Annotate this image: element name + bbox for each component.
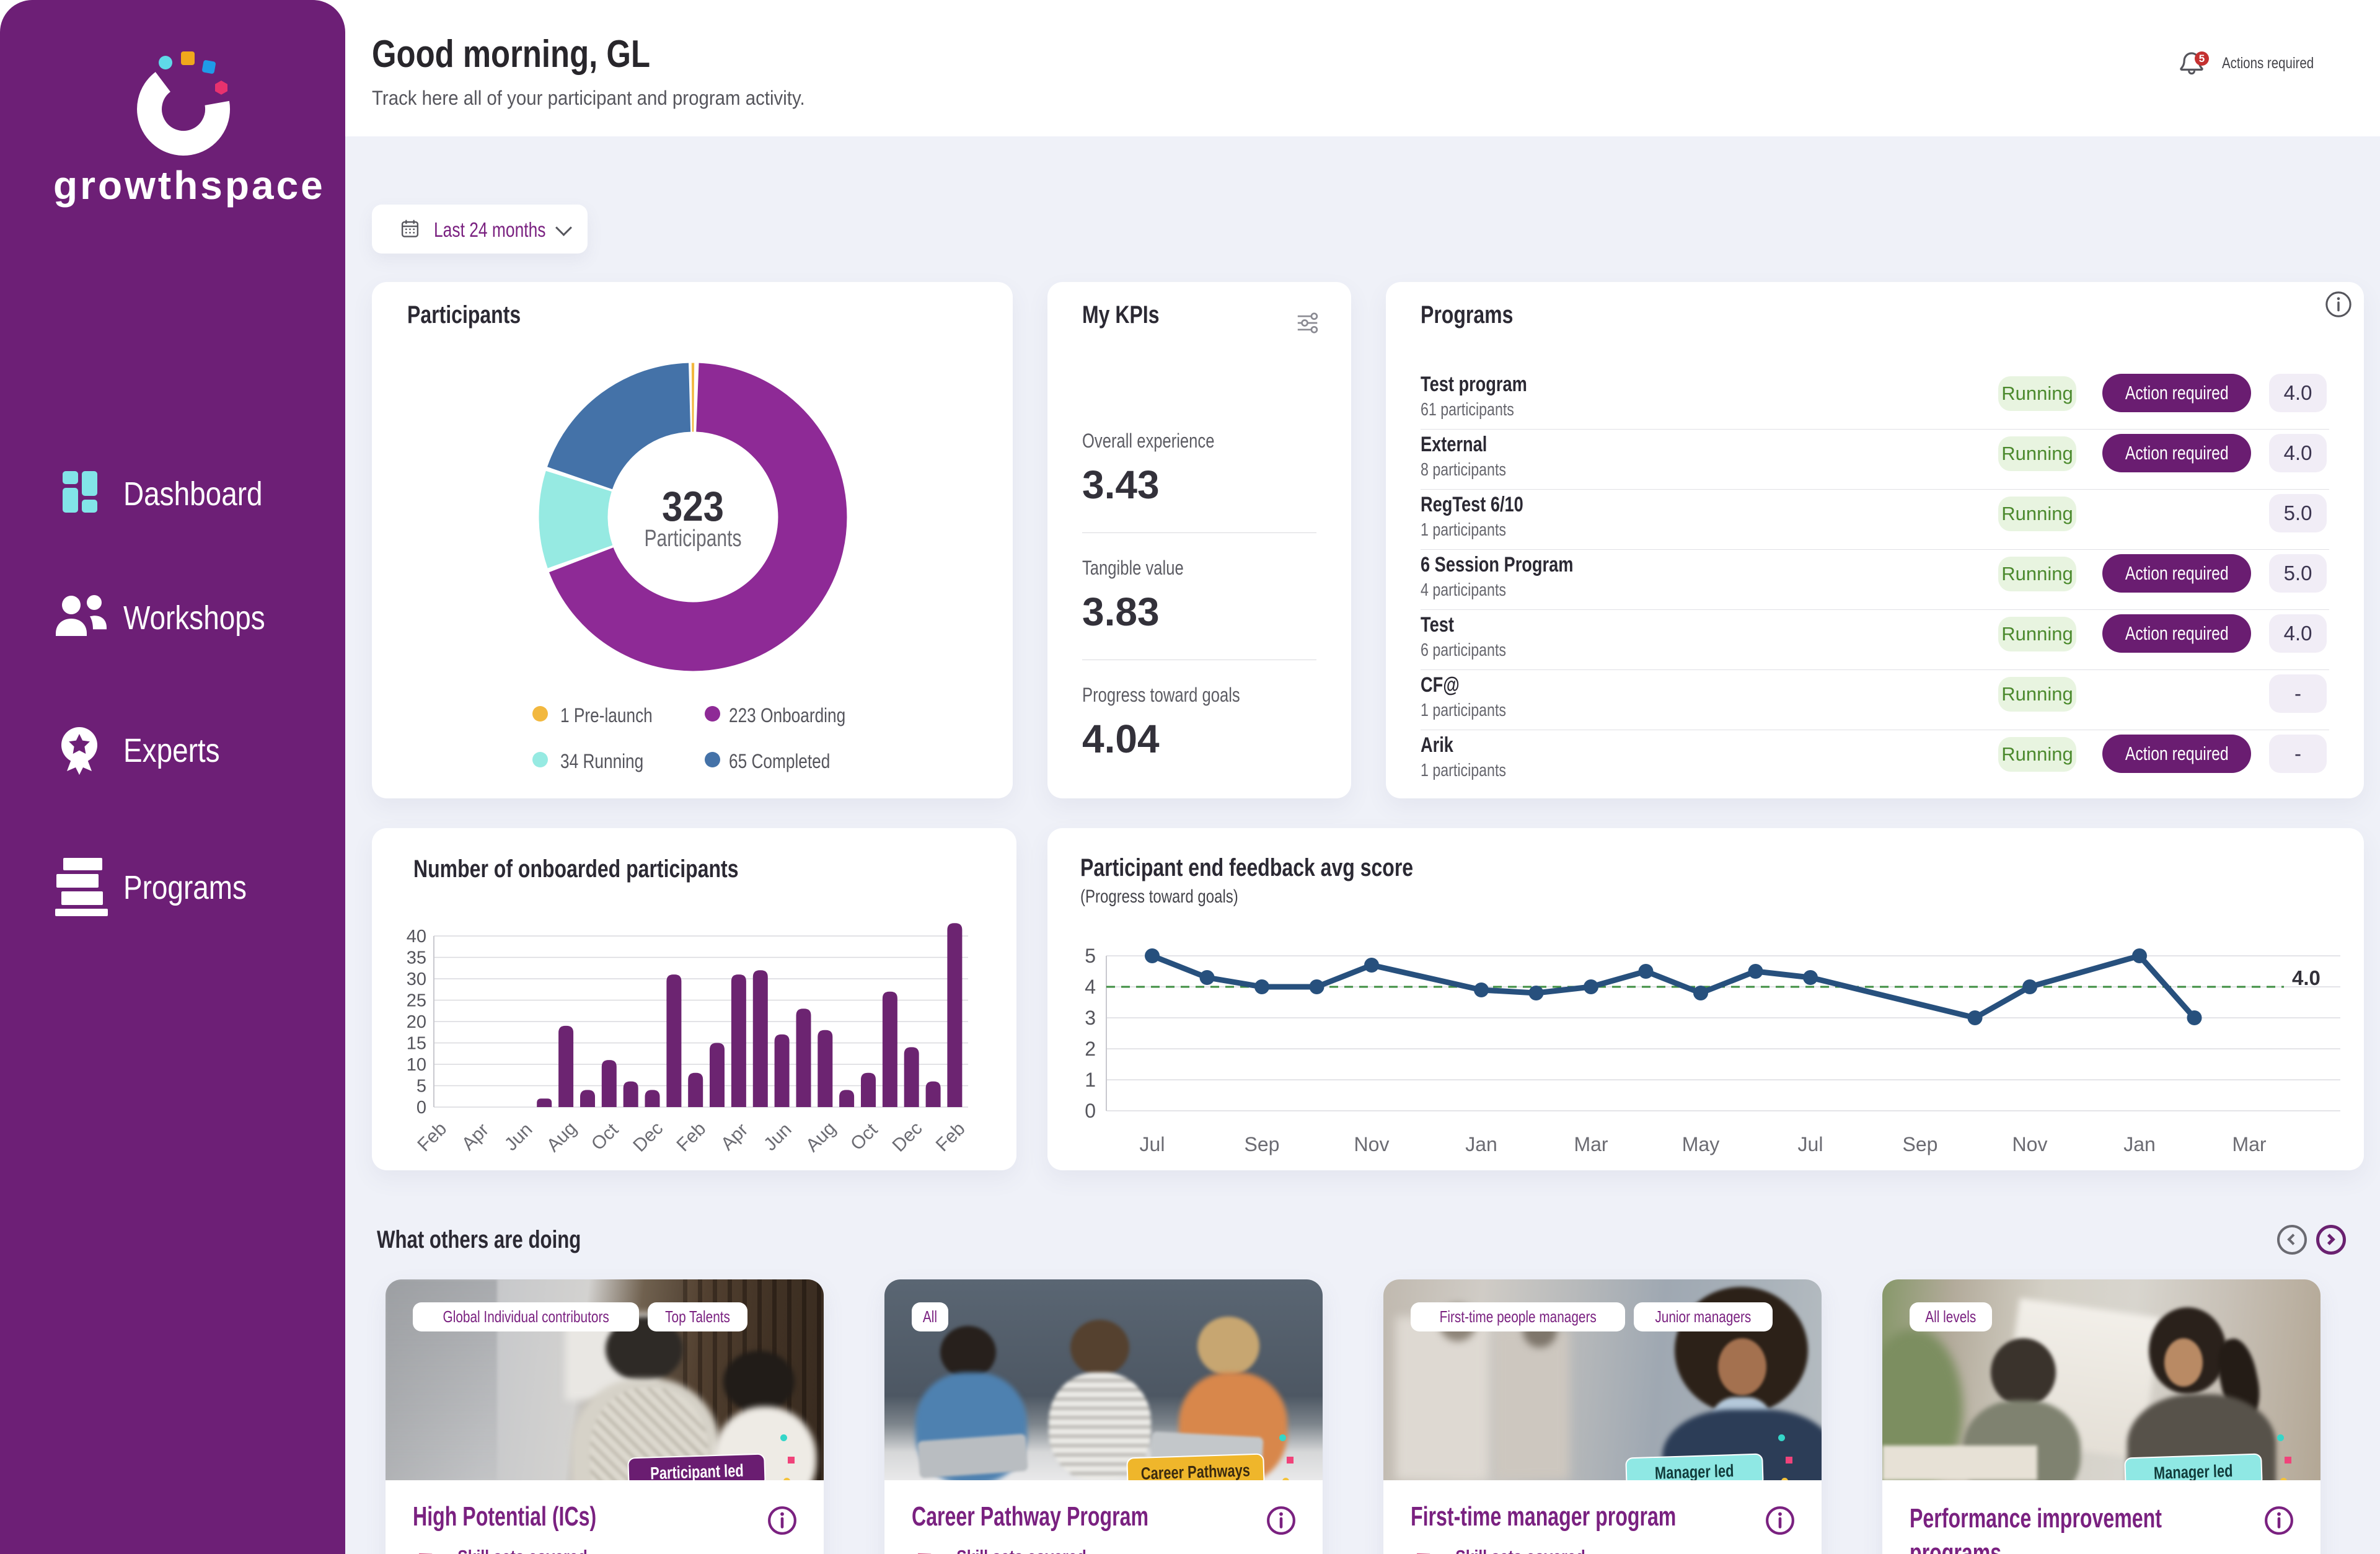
svg-text:15: 15	[407, 1034, 426, 1054]
svg-text:Apr: Apr	[717, 1119, 752, 1154]
svg-text:Jan: Jan	[2123, 1133, 2156, 1155]
svg-text:Feb: Feb	[932, 1118, 969, 1155]
svg-text:Oct: Oct	[847, 1119, 882, 1155]
svg-text:Mar: Mar	[1574, 1133, 1608, 1155]
svg-text:1: 1	[1085, 1069, 1096, 1091]
svg-text:35: 35	[407, 948, 426, 968]
svg-text:20: 20	[407, 1012, 426, 1032]
svg-text:Sep: Sep	[1903, 1133, 1938, 1155]
svg-text:25: 25	[407, 991, 426, 1011]
svg-text:323: 323	[662, 483, 724, 530]
svg-text:3: 3	[1085, 1007, 1096, 1029]
svg-text:Jun: Jun	[760, 1119, 796, 1155]
svg-text:0: 0	[416, 1098, 426, 1118]
svg-text:Feb: Feb	[413, 1118, 451, 1155]
svg-text:10: 10	[407, 1055, 426, 1075]
svg-text:0: 0	[1085, 1100, 1096, 1122]
svg-text:Aug: Aug	[543, 1118, 581, 1156]
svg-text:Jul: Jul	[1798, 1133, 1823, 1155]
svg-text:Aug: Aug	[802, 1118, 840, 1156]
svg-text:Participants: Participants	[645, 526, 742, 552]
svg-text:Sep: Sep	[1245, 1133, 1280, 1155]
svg-text:4.0: 4.0	[2292, 966, 2320, 989]
svg-text:Jan: Jan	[1465, 1133, 1497, 1155]
svg-text:Nov: Nov	[2012, 1133, 2048, 1155]
svg-text:Jun: Jun	[501, 1119, 537, 1155]
svg-text:Dec: Dec	[888, 1118, 926, 1156]
svg-text:2: 2	[1085, 1038, 1096, 1060]
svg-text:Mar: Mar	[2232, 1133, 2266, 1155]
svg-text:5: 5	[1085, 945, 1096, 967]
svg-text:30: 30	[407, 969, 426, 989]
svg-text:40: 40	[407, 927, 426, 947]
svg-text:5: 5	[416, 1077, 426, 1097]
svg-text:Nov: Nov	[1354, 1133, 1390, 1155]
svg-text:4: 4	[1085, 976, 1096, 998]
svg-text:Dec: Dec	[629, 1118, 667, 1156]
svg-text:Oct: Oct	[588, 1119, 623, 1155]
svg-text:Feb: Feb	[673, 1118, 710, 1155]
svg-text:Apr: Apr	[458, 1119, 493, 1154]
svg-text:Jul: Jul	[1140, 1133, 1165, 1155]
svg-text:May: May	[1682, 1133, 1719, 1155]
